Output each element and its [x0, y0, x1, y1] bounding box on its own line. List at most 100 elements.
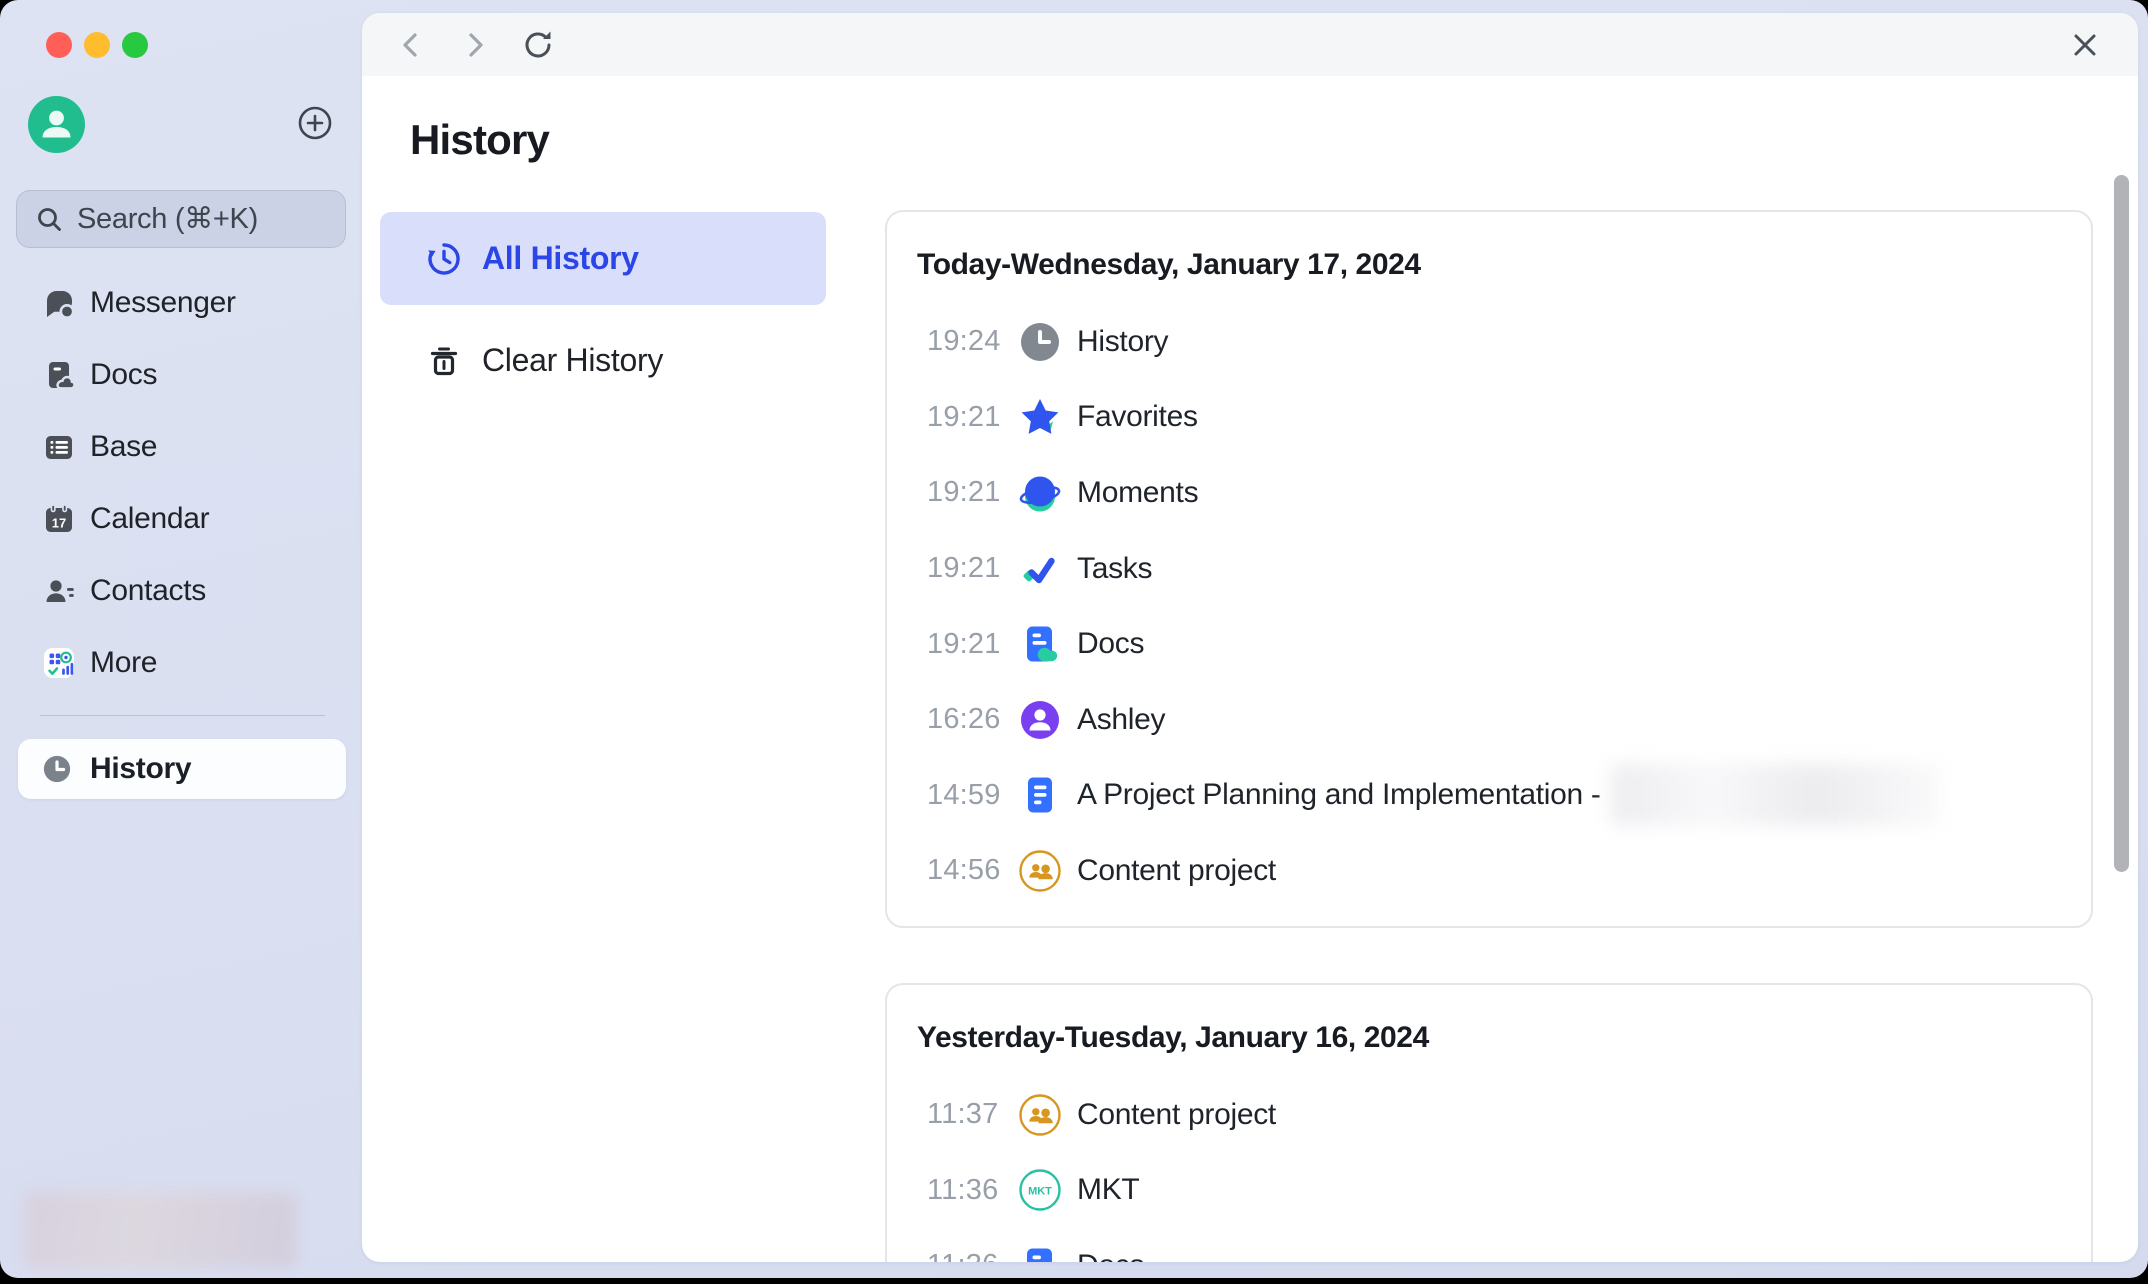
sidebar-item-calendar[interactable]: 17 Calendar	[0, 483, 362, 555]
nav-clear-history[interactable]: Clear History	[380, 314, 826, 407]
refresh-icon	[520, 27, 556, 63]
favorites-icon	[1019, 396, 1061, 438]
avatar-icon	[1019, 699, 1061, 741]
history-entry[interactable]: 11:36 MKTMKT	[887, 1153, 2091, 1229]
entry-time: 19:21	[927, 401, 1019, 434]
history-entry[interactable]: 19:24 History	[887, 304, 2091, 380]
history-entry[interactable]: 14:56 Content project	[887, 833, 2091, 909]
entry-label: Docs	[1077, 1249, 1144, 1262]
history-icon	[1019, 321, 1061, 363]
search-input[interactable]	[75, 202, 319, 237]
entry-label: MKT	[1077, 1173, 1139, 1207]
all-history-icon	[427, 242, 461, 276]
refresh-button[interactable]	[520, 27, 556, 63]
nav-all-history[interactable]: All History	[380, 212, 826, 305]
contacts-icon	[43, 575, 75, 607]
entry-time: 14:56	[927, 854, 1019, 887]
close-panel-button[interactable]	[2067, 27, 2103, 63]
group-icon	[1019, 850, 1061, 892]
chevron-left-icon	[393, 27, 429, 63]
search-box[interactable]	[16, 190, 346, 248]
nav-label: Clear History	[482, 342, 663, 379]
redacted-sidebar-region	[25, 1192, 297, 1268]
entry-list: 11:37 Content project 11:36 MKT MKT 11:36 D…	[887, 1077, 2091, 1262]
history-group-card: Today-Wednesday, January 17, 2024 19:24 H…	[885, 210, 2093, 928]
history-entry[interactable]: 14:59 A Project Planning and Implementat…	[887, 758, 2091, 834]
sidebar-item-label: Base	[90, 430, 157, 464]
entry-label: Moments	[1077, 476, 1198, 510]
moments-icon	[1019, 472, 1061, 514]
entry-label: Content project	[1077, 854, 1276, 888]
history-groups: Today-Wednesday, January 17, 2024 19:24 H…	[885, 210, 2093, 1262]
entry-time: 19:21	[927, 476, 1019, 509]
base-icon	[43, 431, 75, 463]
group-title: Today-Wednesday, January 17, 2024	[917, 248, 1421, 282]
messenger-icon	[43, 287, 75, 319]
svg-text:MKT: MKT	[1028, 1186, 1052, 1198]
entry-time: 11:36	[927, 1249, 1019, 1262]
history-entry[interactable]: 11:37 Content project	[887, 1077, 2091, 1153]
entry-label: Content project	[1077, 1098, 1276, 1132]
sidebar-item-label: More	[90, 646, 157, 680]
user-avatar[interactable]	[28, 96, 85, 153]
doc-icon	[1019, 774, 1061, 816]
sidebar-item-label: Calendar	[90, 502, 209, 536]
sidebar-item-label: Messenger	[90, 286, 236, 320]
sidebar-item-history[interactable]: History	[18, 739, 346, 799]
sidebar-item-more[interactable]: More	[0, 627, 362, 699]
history-group-card: Yesterday-Tuesday, January 16, 2024 11:37…	[885, 983, 2093, 1262]
person-icon	[28, 96, 85, 153]
toolbar	[362, 13, 2138, 76]
docs-icon	[1019, 1245, 1061, 1262]
plus-circle-icon	[298, 106, 332, 140]
svg-text:17: 17	[52, 516, 66, 531]
sidebar-item-messenger[interactable]: Messenger	[0, 267, 362, 339]
history-entry[interactable]: 19:21 Favorites	[887, 380, 2091, 456]
more-icon	[43, 647, 75, 679]
sidebar-item-label: History	[90, 752, 191, 786]
main-panel: History All History	[362, 13, 2138, 1262]
trash-icon	[427, 344, 461, 378]
history-entry[interactable]: 19:21 Moments	[887, 455, 2091, 531]
sidebar-item-contacts[interactable]: Contacts	[0, 555, 362, 627]
window-minimize-button[interactable]	[84, 32, 110, 58]
redacted-text-region	[1611, 764, 1941, 826]
entry-label: Ashley	[1077, 703, 1165, 737]
entry-time: 19:21	[927, 628, 1019, 661]
history-entry[interactable]: 19:21 Docs	[887, 606, 2091, 682]
sidebar-divider	[40, 715, 325, 716]
nav-label: All History	[482, 240, 639, 277]
sidebar-item-base[interactable]: Base	[0, 411, 362, 483]
sidebar-item-label: Docs	[90, 358, 157, 392]
entry-label: Favorites	[1077, 400, 1198, 434]
entry-time: 19:24	[927, 325, 1019, 358]
forward-button[interactable]	[457, 27, 493, 63]
close-icon	[2067, 27, 2103, 63]
sidebar-item-docs[interactable]: Docs	[0, 339, 362, 411]
entry-time: 14:59	[927, 779, 1019, 812]
page-title: History	[410, 116, 549, 164]
entry-label: A Project Planning and Implementation -	[1077, 778, 1601, 812]
history-entry[interactable]: 16:26 Ashley	[887, 682, 2091, 758]
add-button[interactable]	[298, 106, 332, 140]
sidebar: Messenger Docs Base 17Calendar Contacts …	[0, 0, 362, 1278]
back-button[interactable]	[393, 27, 429, 63]
entry-label: Tasks	[1077, 552, 1152, 586]
window-zoom-button[interactable]	[122, 32, 148, 58]
entry-time: 11:37	[927, 1098, 1019, 1131]
group-icon	[1019, 1094, 1061, 1136]
history-nav: All History Clear History	[380, 212, 826, 407]
scrollbar-thumb[interactable]	[2114, 175, 2129, 872]
history-entry[interactable]: 19:21 Tasks	[887, 531, 2091, 607]
history-entry[interactable]: 11:36 Docs	[887, 1228, 2091, 1262]
tasks-icon	[1019, 548, 1061, 590]
entry-label: Docs	[1077, 627, 1144, 661]
window-close-button[interactable]	[46, 32, 72, 58]
chevron-right-icon	[457, 27, 493, 63]
calendar-icon: 17	[43, 503, 75, 535]
group-title: Yesterday-Tuesday, January 16, 2024	[917, 1021, 1429, 1055]
search-icon	[35, 205, 63, 233]
entry-label: History	[1077, 325, 1168, 359]
docs-icon	[1019, 623, 1061, 665]
entry-time: 16:26	[927, 703, 1019, 736]
